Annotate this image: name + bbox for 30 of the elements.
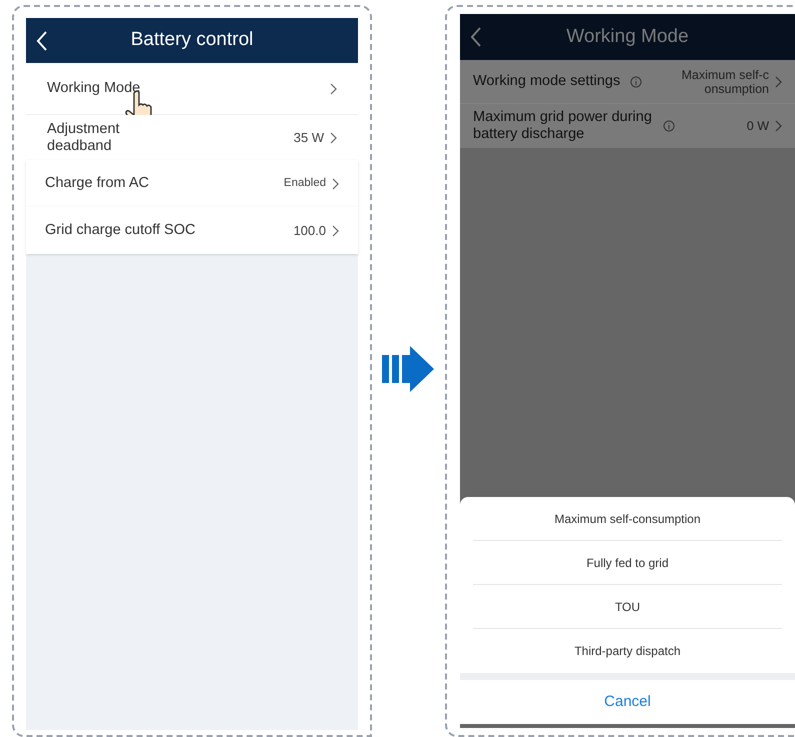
chevron-icon (330, 82, 337, 94)
screen-title: Battery control (130, 28, 254, 52)
row-value: Maximum self-consumption (680, 68, 769, 96)
screen-title: Working Mode (565, 24, 690, 49)
chevron-icon (332, 178, 339, 190)
row-label: Working mode settings (473, 73, 620, 90)
settings-row[interactable]: Charge from AC Enabled (26, 160, 358, 207)
chevron-icon (332, 224, 339, 236)
row-value: 100.0 (293, 222, 326, 240)
settings-row[interactable]: Grid charge cutoff SOC 100.0 (26, 207, 358, 254)
option-item[interactable]: Third-party dispatch (473, 629, 782, 673)
chevron-icon (330, 132, 337, 144)
cancel-button[interactable]: Cancel (460, 680, 795, 724)
row-label: Grid charge cutoff SOC (45, 222, 196, 239)
row-value: 35 W (294, 128, 324, 147)
row-label: Charge from AC (45, 175, 150, 192)
chevron-icon (775, 76, 782, 88)
arrow-icon (382, 346, 436, 392)
info-icon[interactable] (630, 76, 642, 88)
row-value: 0 W (746, 119, 769, 133)
row-label: Maximum grid power during battery discharge (473, 109, 653, 143)
option-item[interactable]: Fully fed to grid (473, 541, 782, 585)
option-item[interactable]: Maximum self-consumption (473, 497, 782, 541)
row-value: Enabled (284, 176, 326, 191)
row-label: Adjustment deadband (47, 120, 121, 154)
option-item[interactable]: TOU (473, 585, 782, 629)
settings-row[interactable]: Adjustment deadband 35 W (26, 115, 358, 160)
row-label: Working Mode (47, 80, 142, 97)
chevron-icon (775, 120, 782, 132)
info-icon[interactable] (663, 120, 675, 132)
